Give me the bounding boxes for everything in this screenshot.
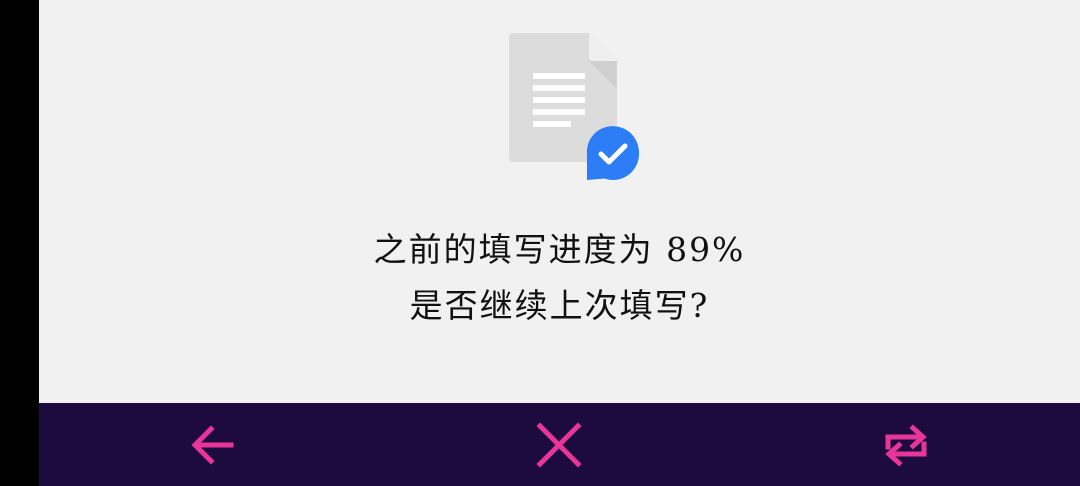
left-edge-strip [0,0,39,486]
bottom-action-bar [39,403,1080,486]
document-check-icon [509,33,639,180]
resume-message: 之前的填写进度为 89% 是否继续上次填写? [39,222,1080,334]
close-button[interactable] [531,417,587,473]
app-screen: 之前的填写进度为 89% 是否继续上次填写? [0,0,1080,486]
repeat-icon [885,424,927,467]
back-button[interactable] [185,417,241,473]
continue-question-text: 是否继续上次填写? [409,286,710,325]
restart-button[interactable] [878,417,934,473]
close-icon [536,422,582,468]
progress-text: 之前的填写进度为 89% [373,230,746,269]
arrow-left-icon [191,425,234,465]
resume-dialog: 之前的填写进度为 89% 是否继续上次填写? [39,0,1080,403]
